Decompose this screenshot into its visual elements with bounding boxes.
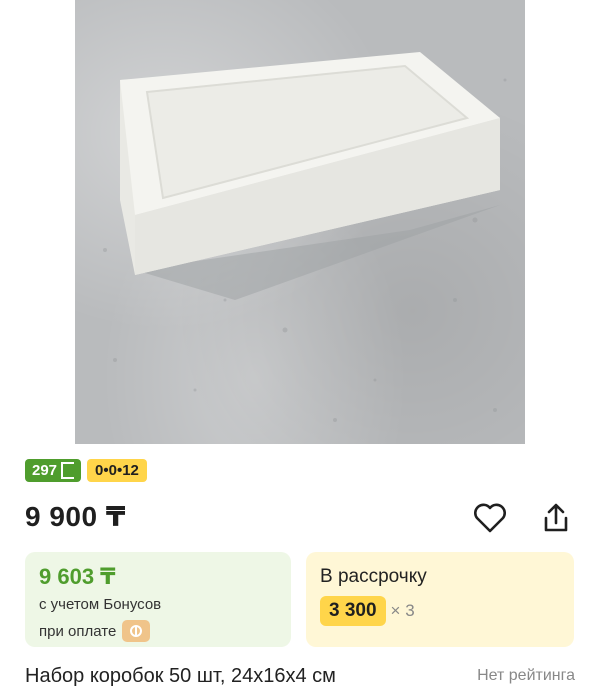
bonus-price: 9 603 ₸ — [39, 564, 116, 589]
payment-method-icon — [122, 620, 151, 642]
product-photo[interactable] — [75, 0, 525, 444]
box-illustration — [103, 52, 507, 422]
installment-title: В рассрочку — [320, 566, 427, 587]
favorite-button[interactable] — [472, 500, 508, 536]
product-title: Набор коробок 50 шт, 24x16x4 см — [25, 665, 336, 687]
bonus-coin-icon — [61, 462, 75, 479]
installment-badge: 0•0•12 — [87, 459, 147, 482]
bonus-payment-note: при оплате — [39, 620, 151, 642]
share-icon — [544, 503, 568, 532]
heart-icon — [474, 503, 506, 533]
bonus-note: с учетом Бонусов — [39, 596, 162, 613]
coins-icon — [130, 625, 143, 637]
bonus-payment-label: при оплате — [39, 622, 117, 640]
installment-amount: 3 300 — [320, 596, 386, 626]
installment-card[interactable]: В рассрочку 3 300 × 3 — [306, 552, 574, 647]
bonus-price-card[interactable]: 9 603 ₸ с учетом Бонусов при оплате — [25, 552, 291, 647]
installment-row: 3 300 × 3 — [320, 596, 415, 626]
product-price: 9 900 ₸ — [25, 501, 126, 532]
bonus-badge: 297 — [25, 459, 82, 482]
share-button[interactable] — [538, 500, 574, 536]
bonus-badge-value: 297 — [32, 462, 58, 479]
installment-count: × 3 — [390, 601, 415, 620]
badges-row: 297 0•0•12 — [25, 459, 147, 482]
rating-status[interactable]: Нет рейтинга — [477, 667, 575, 685]
